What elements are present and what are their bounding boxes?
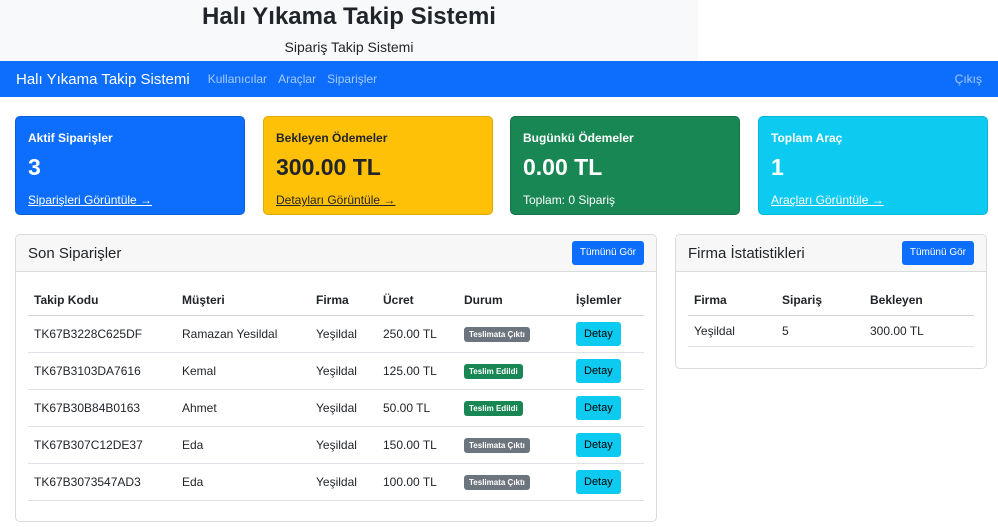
card-label: Aktif Siparişler: [28, 131, 113, 145]
panel-header: Firma İstatistikleri Tümünü Gör: [676, 235, 986, 272]
page-subtitle: Sipariş Takip Sistemi: [284, 39, 414, 55]
card-value: 0.00 TL: [523, 154, 603, 180]
table-row: TK67B30B84B0163 Ahmet Yeşildal 50.00 TL …: [28, 389, 644, 427]
nav-link-vehicles[interactable]: Araçlar: [278, 72, 316, 86]
view-all-orders-button[interactable]: Tümünü Gör: [571, 241, 644, 265]
order-fee: 100.00 TL: [377, 463, 458, 501]
column-header: Durum: [458, 285, 570, 316]
status-badge: Teslimata Çıktı: [464, 326, 530, 342]
page-title: Halı Yıkama Takip Sistemi: [202, 3, 496, 30]
pending-amount: 300.00 TL: [864, 315, 974, 347]
actions-cell: Detay: [570, 426, 644, 464]
actions-cell: Detay: [570, 315, 644, 353]
nav-link-users[interactable]: Kullanıcılar: [208, 72, 267, 86]
firm-stats-table: Firma Sipariş Bekleyen Yeşildal 5 300.00…: [688, 285, 974, 347]
order-fee: 125.00 TL: [377, 352, 458, 390]
firm-name: Yeşildal: [310, 463, 377, 501]
tracking-code: TK67B3073547AD3: [28, 463, 176, 501]
tracking-code: TK67B307C12DE37: [28, 426, 176, 464]
firm-statistics-panel: Firma İstatistikleri Tümünü Gör Firma Si…: [675, 234, 987, 369]
firm-name: Yeşildal: [310, 315, 377, 353]
customer-name: Eda: [176, 426, 310, 464]
status-cell: Teslimata Çıktı: [458, 463, 570, 501]
column-header: Müşteri: [176, 285, 310, 316]
table-header-row: Firma Sipariş Bekleyen: [688, 285, 974, 316]
table-row: TK67B307C12DE37 Eda Yeşildal 150.00 TL T…: [28, 426, 644, 464]
status-badge: Teslim Edildi: [464, 400, 523, 416]
firm-name: Yeşildal: [310, 389, 377, 427]
table-row: TK67B3228C625DF Ramazan Yesildal Yeşilda…: [28, 315, 644, 353]
view-vehicles-link[interactable]: Araçları Görüntüle →: [771, 192, 975, 208]
table-row: TK67B3103DA7616 Kemal Yeşildal 125.00 TL…: [28, 352, 644, 390]
column-header: İşlemler: [570, 285, 644, 316]
firm-name: Yeşildal: [688, 315, 776, 347]
order-fee: 250.00 TL: [377, 315, 458, 353]
panel-title: Son Siparişler: [28, 244, 122, 262]
customer-name: Kemal: [176, 352, 310, 390]
page-header: Halı Yıkama Takip Sistemi Sipariş Takip …: [0, 0, 698, 61]
table-header-row: Takip Kodu Müşteri Firma Ücret Durum İşl…: [28, 285, 644, 316]
column-header: Takip Kodu: [28, 285, 176, 316]
customer-name: Ahmet: [176, 389, 310, 427]
recent-orders-panel: Son Siparişler Tümünü Gör Takip Kodu Müş…: [15, 234, 657, 522]
detail-button[interactable]: Detay: [576, 395, 621, 420]
card-value: 1: [771, 154, 784, 180]
column-header: Sipariş: [776, 285, 864, 316]
actions-cell: Detay: [570, 389, 644, 427]
view-details-link[interactable]: Detayları Görüntüle →: [276, 192, 480, 208]
status-badge: Teslim Edildi: [464, 363, 523, 379]
logout-link[interactable]: Çıkış: [955, 72, 982, 86]
view-orders-link[interactable]: Siparişleri Görüntüle →: [28, 192, 232, 208]
status-badge: Teslimata Çıktı: [464, 474, 530, 490]
card-label: Toplam Araç: [771, 131, 843, 145]
tracking-code: TK67B30B84B0163: [28, 389, 176, 427]
customer-name: Eda: [176, 463, 310, 501]
todays-payments-card: Bugünkü Ödemeler 0.00 TL Toplam: 0 Sipar…: [510, 116, 740, 215]
view-all-firms-button[interactable]: Tümünü Gör: [901, 241, 974, 265]
status-cell: Teslimata Çıktı: [458, 315, 570, 353]
detail-button[interactable]: Detay: [576, 469, 621, 494]
column-header: Bekleyen: [864, 285, 974, 316]
customer-name: Ramazan Yesildal: [176, 315, 310, 353]
navbar-brand[interactable]: Halı Yıkama Takip Sistemi: [16, 71, 190, 88]
detail-button[interactable]: Detay: [576, 432, 621, 457]
actions-cell: Detay: [570, 352, 644, 390]
tracking-code: TK67B3228C625DF: [28, 315, 176, 353]
column-header: Ücret: [377, 285, 458, 316]
total-vehicles-card: Toplam Araç 1 Araçları Görüntüle →: [758, 116, 988, 215]
card-label: Bugünkü Ödemeler: [523, 131, 634, 145]
detail-button[interactable]: Detay: [576, 358, 621, 383]
pending-payments-card: Bekleyen Ödemeler 300.00 TL Detayları Gö…: [263, 116, 493, 215]
orders-table: Takip Kodu Müşteri Firma Ücret Durum İşl…: [28, 285, 644, 501]
tracking-code: TK67B3103DA7616: [28, 352, 176, 390]
column-header: Firma: [310, 285, 377, 316]
card-label: Bekleyen Ödemeler: [276, 131, 388, 145]
firm-name: Yeşildal: [310, 352, 377, 390]
card-note: Toplam: 0 Sipariş: [523, 193, 616, 207]
column-header: Firma: [688, 285, 776, 316]
firm-name: Yeşildal: [310, 426, 377, 464]
status-cell: Teslimata Çıktı: [458, 426, 570, 464]
nav-link-orders[interactable]: Siparişler: [327, 72, 377, 86]
navbar: Halı Yıkama Takip Sistemi Kullanıcılar A…: [0, 61, 998, 97]
panel-title: Firma İstatistikleri: [688, 244, 805, 262]
status-cell: Teslim Edildi: [458, 389, 570, 427]
card-value: 3: [28, 154, 41, 180]
order-fee: 50.00 TL: [377, 389, 458, 427]
panel-header: Son Siparişler Tümünü Gör: [16, 235, 656, 272]
order-count: 5: [776, 315, 864, 347]
actions-cell: Detay: [570, 463, 644, 501]
status-badge: Teslimata Çıktı: [464, 437, 530, 453]
table-row: TK67B3073547AD3 Eda Yeşildal 100.00 TL T…: [28, 463, 644, 501]
detail-button[interactable]: Detay: [576, 321, 621, 346]
order-fee: 150.00 TL: [377, 426, 458, 464]
card-value: 300.00 TL: [276, 154, 381, 180]
status-cell: Teslim Edildi: [458, 352, 570, 390]
active-orders-card: Aktif Siparişler 3 Siparişleri Görüntüle…: [15, 116, 245, 215]
table-row: Yeşildal 5 300.00 TL: [688, 315, 974, 347]
